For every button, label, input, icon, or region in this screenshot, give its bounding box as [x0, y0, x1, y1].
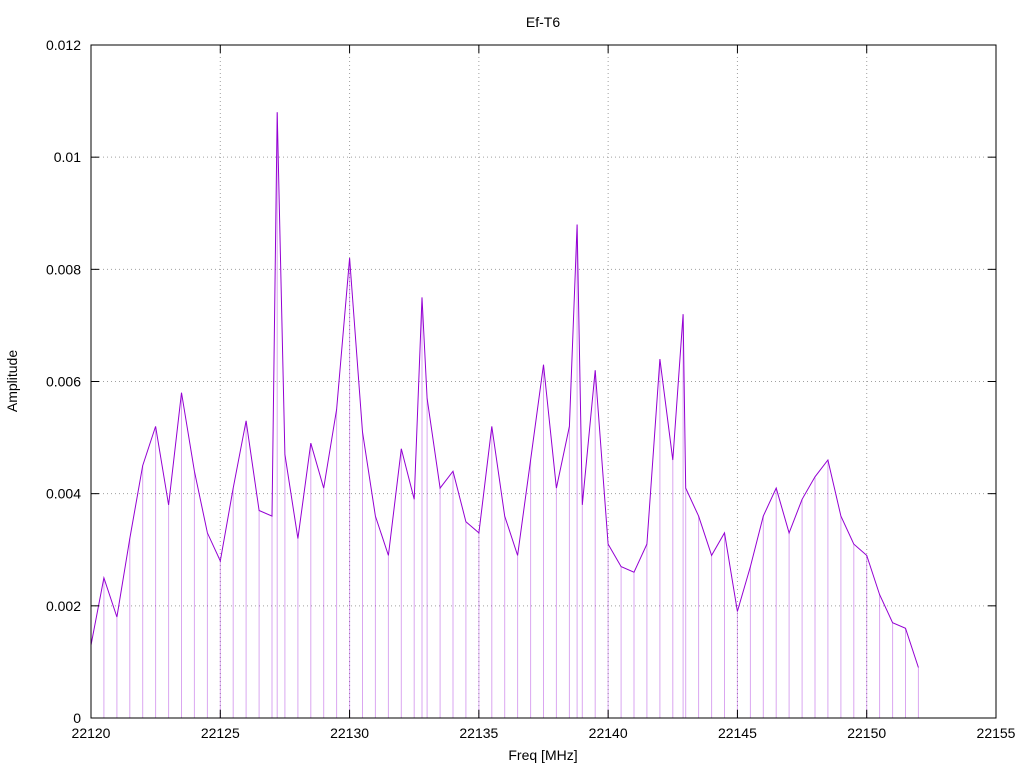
x-tick-label: 22145 — [718, 725, 757, 741]
x-tick-label: 22155 — [977, 725, 1016, 741]
y-tick-label: 0.008 — [46, 261, 81, 277]
x-axis-label: Freq [MHz] — [508, 747, 577, 763]
chart: 22120 22125 22130 22135 22140 22145 22150 22155… — [4, 14, 1016, 763]
y-tick-label: 0.002 — [46, 598, 81, 614]
chart-title: Ef-T6 — [526, 14, 560, 30]
x-tick-label: 22135 — [459, 725, 498, 741]
x-tick-label: 22125 — [201, 725, 240, 741]
y-axis-label: Amplitude — [4, 350, 20, 412]
y-tick-label: 0.004 — [46, 486, 81, 502]
y-tick-label: 0.006 — [46, 374, 81, 390]
x-tick-label: 22120 — [72, 725, 111, 741]
x-tick-label: 22150 — [847, 725, 886, 741]
x-tick-label: 22140 — [589, 725, 628, 741]
plot-area — [90, 112, 919, 718]
y-tick-label: 0.01 — [54, 149, 81, 165]
x-tick-label: 22130 — [330, 725, 369, 741]
y-tick-label: 0 — [73, 710, 81, 726]
y-tick-label: 0.012 — [46, 37, 81, 53]
